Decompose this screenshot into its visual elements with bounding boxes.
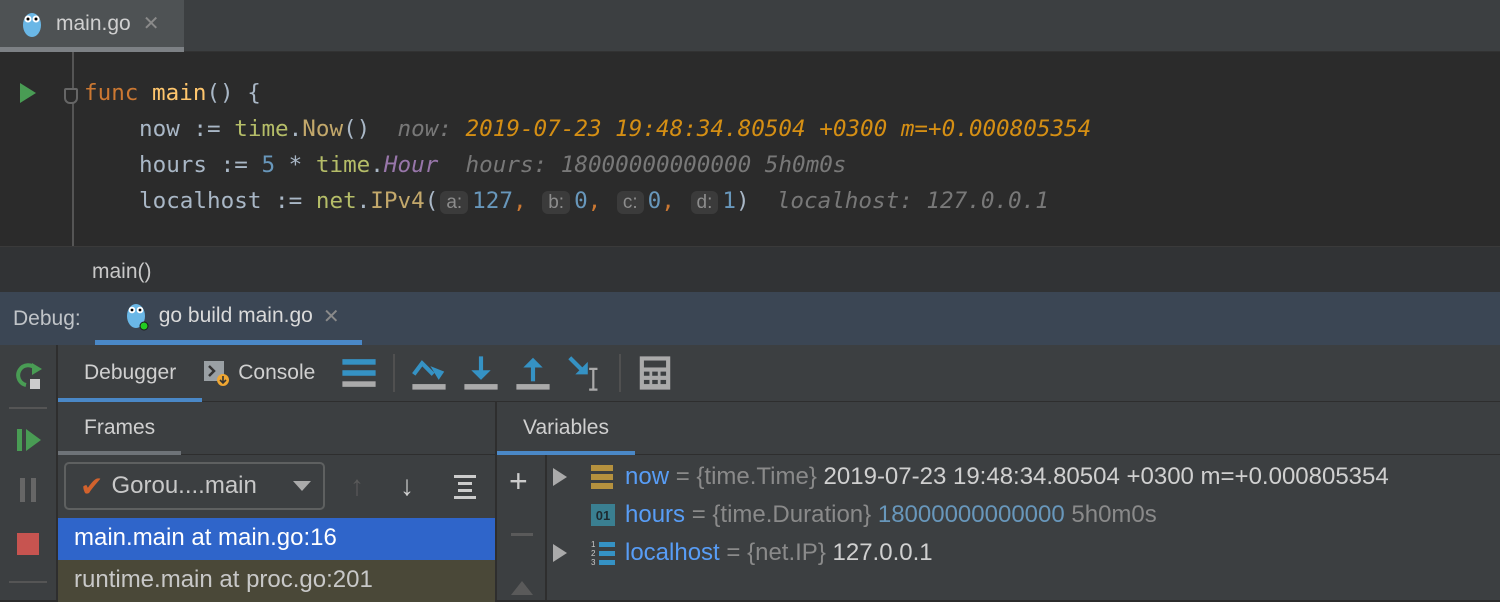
- evaluate-expression-icon[interactable]: [637, 355, 673, 391]
- frame-label: main.main at main.go:16: [74, 524, 337, 551]
- divider: [619, 354, 622, 392]
- inline-hint: hours: 18000000000000 5h0m0s: [465, 152, 847, 178]
- variable-extra: 5h0m0s: [1071, 501, 1157, 528]
- variable-type: {time.Time}: [696, 463, 817, 490]
- debug-tool-window-header: Debug: go build main.go ✕: [0, 292, 1500, 345]
- close-icon[interactable]: ✕: [143, 11, 160, 36]
- breadcrumb[interactable]: main(): [0, 246, 1500, 292]
- divider: [9, 581, 47, 583]
- struct-icon: [591, 465, 613, 489]
- arrow-down-icon[interactable]: ↓: [400, 470, 414, 502]
- checkmark-icon: ✔: [80, 470, 104, 502]
- variable-value: 2019-07-23 19:48:34.80504 +0300 m=+0.000…: [823, 463, 1389, 490]
- console-icon: [204, 361, 230, 386]
- param-hint: a:: [440, 191, 469, 214]
- frames-title: Frames: [58, 402, 182, 455]
- variable-value: 127.0.0.1: [832, 539, 933, 566]
- tab-debugger[interactable]: Debugger: [58, 345, 203, 402]
- close-icon[interactable]: ✕: [323, 304, 340, 329]
- breadcrumb-item: main(): [92, 260, 152, 283]
- add-watch-icon[interactable]: +: [509, 463, 528, 500]
- code-line-3: hours := 5 * time.Hour hours: 1800000000…: [139, 152, 847, 178]
- variable-type: {time.Duration}: [712, 501, 872, 528]
- variable-row-now[interactable]: now = {time.Time} 2019-07-23 19:48:34.80…: [553, 458, 1389, 496]
- variable-name: hours: [625, 501, 686, 528]
- gopher-debug-icon: [126, 304, 149, 331]
- primitive-icon: 01: [591, 504, 615, 526]
- inline-hint: localhost: 127.0.0.1: [776, 188, 1049, 214]
- remove-watch-icon[interactable]: [511, 533, 533, 536]
- step-over-icon[interactable]: [411, 355, 447, 391]
- svg-text:1: 1: [591, 540, 596, 549]
- param-hint: c:: [616, 191, 644, 214]
- frame-item-selected[interactable]: main.main at main.go:16: [58, 518, 495, 560]
- svg-text:3: 3: [591, 558, 596, 567]
- tab-go-build[interactable]: go build main.go ✕: [94, 292, 362, 345]
- frames-header: Frames: [58, 402, 495, 455]
- tab-label: Debugger: [84, 361, 177, 384]
- variable-row-hours[interactable]: 01 hours = {time.Duration} 1800000000000…: [591, 496, 1157, 534]
- code-line-1: func main() {: [84, 80, 261, 106]
- arrow-up-icon[interactable]: ↑: [350, 470, 364, 502]
- filter-frames-icon[interactable]: [454, 475, 476, 499]
- variable-value: 18000000000000: [877, 501, 1065, 528]
- variable-name: localhost: [625, 539, 720, 566]
- frame-item[interactable]: runtime.main at proc.go:201: [58, 560, 495, 602]
- code-line-4: localhost := net.IPv4(a: 127, b: 0, c: 0, d…: [139, 188, 1049, 214]
- stop-icon[interactable]: [17, 533, 39, 555]
- divider: [9, 407, 47, 409]
- param-hint: b:: [542, 191, 571, 214]
- inline-hint-label: now:: [397, 116, 452, 142]
- variable-name: now: [625, 463, 670, 490]
- layout-menu-icon[interactable]: [341, 355, 377, 391]
- debug-side-toolbar: [0, 345, 58, 600]
- param-hint: d:: [690, 191, 719, 214]
- move-up-icon[interactable]: [511, 581, 533, 595]
- frames-panel: Frames ✔ Gorou....main ↑ ↓ main.main at …: [58, 402, 497, 602]
- svg-text:2: 2: [591, 549, 596, 558]
- run-icon[interactable]: [20, 83, 36, 103]
- variables-title: Variables: [497, 402, 635, 455]
- tab-label: Console: [238, 361, 316, 384]
- debugger-toolbar: Debugger Console: [58, 345, 1500, 402]
- code-line-2: now := time.Now() now: 2019-07-23 19:48:…: [139, 116, 1092, 142]
- chevron-down-icon: [293, 481, 311, 491]
- tab-main-go[interactable]: main.go ✕: [0, 0, 184, 52]
- variable-type: {net.IP}: [747, 539, 826, 566]
- inline-hint-value: 2019-07-23 19:48:34.80504 +0300 m=+0.000…: [465, 116, 1092, 142]
- array-icon: 123: [591, 540, 615, 567]
- tab-console[interactable]: Console: [202, 345, 341, 402]
- resume-icon[interactable]: [17, 427, 43, 453]
- gutter-divider: [72, 52, 74, 246]
- expand-icon[interactable]: [553, 544, 567, 562]
- debug-label: Debug:: [13, 306, 81, 330]
- rerun-icon[interactable]: [16, 361, 44, 391]
- expand-icon[interactable]: [553, 468, 567, 486]
- step-out-icon[interactable]: [515, 355, 551, 391]
- gopher-icon: [23, 12, 41, 37]
- run-to-cursor-icon[interactable]: [567, 355, 603, 391]
- fold-icon[interactable]: [64, 88, 78, 104]
- editor-tab-bar: main.go ✕: [0, 0, 1500, 52]
- goroutine-select[interactable]: ✔ Gorou....main: [64, 462, 325, 510]
- goroutine-value: Gorou....main: [111, 472, 257, 499]
- divider: [393, 354, 396, 392]
- variables-panel: Variables + now = {time.Time} 2019-07-23…: [497, 402, 1500, 600]
- pause-icon[interactable]: [19, 478, 39, 502]
- variables-header: Variables: [497, 402, 1500, 455]
- variables-side-toolbar: +: [497, 455, 547, 600]
- variable-row-localhost[interactable]: 123 localhost = {net.IP} 127.0.0.1: [553, 534, 933, 572]
- frame-label: runtime.main at proc.go:201: [74, 566, 373, 593]
- tab-label: go build main.go: [158, 304, 313, 327]
- step-into-icon[interactable]: [463, 355, 499, 391]
- tab-label: main.go: [56, 11, 131, 35]
